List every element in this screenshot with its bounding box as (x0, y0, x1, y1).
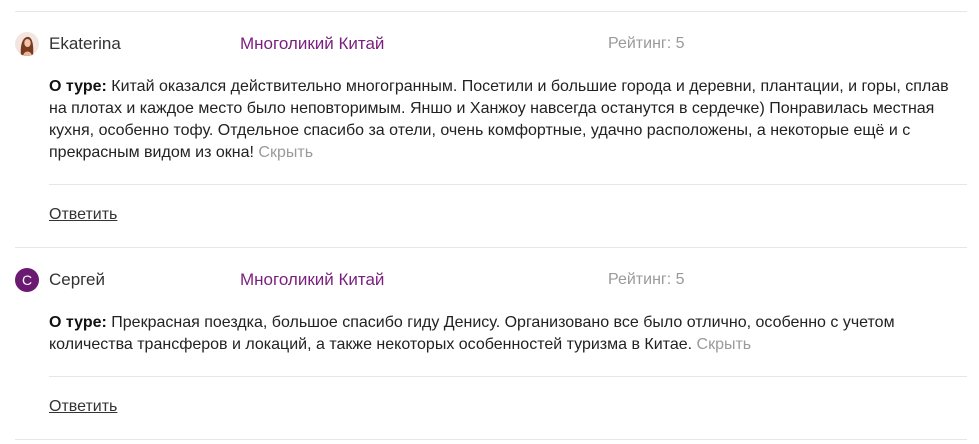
divider (15, 247, 967, 248)
user-photo-avatar[interactable] (15, 32, 39, 56)
review-rating: Рейтинг: 5 (608, 271, 685, 288)
review-author: Сергей (49, 270, 105, 289)
divider (49, 376, 967, 377)
divider (49, 184, 967, 185)
review-author: Ekaterina (49, 34, 121, 53)
user-photo-icon (15, 32, 39, 56)
review-body: О туре: Прекрасная поездка, большое спас… (49, 312, 964, 356)
hide-link[interactable]: Скрыть (258, 144, 313, 161)
about-tour-label: О туре: (49, 78, 107, 95)
divider (15, 439, 967, 440)
review-text: Прекрасная поездка, большое спасибо гиду… (49, 314, 895, 353)
tour-link[interactable]: Многоликий Китай (240, 270, 384, 290)
review-text: Китай оказался действительно многогранны… (49, 78, 949, 161)
review-rating: Рейтинг: 5 (608, 35, 685, 52)
about-tour-label: О туре: (49, 314, 107, 331)
hide-link[interactable]: Скрыть (697, 336, 752, 353)
reviews-list: Ekaterina Многоликий Китай Рейтинг: 5 О … (0, 0, 979, 444)
reply-link[interactable]: Ответить (49, 398, 117, 416)
user-letter-avatar[interactable]: С (15, 268, 39, 292)
reply-link[interactable]: Ответить (49, 206, 117, 224)
review-body: О туре: Китай оказался действительно мно… (49, 76, 964, 164)
divider (15, 11, 967, 12)
tour-link[interactable]: Многоликий Китай (240, 34, 384, 54)
